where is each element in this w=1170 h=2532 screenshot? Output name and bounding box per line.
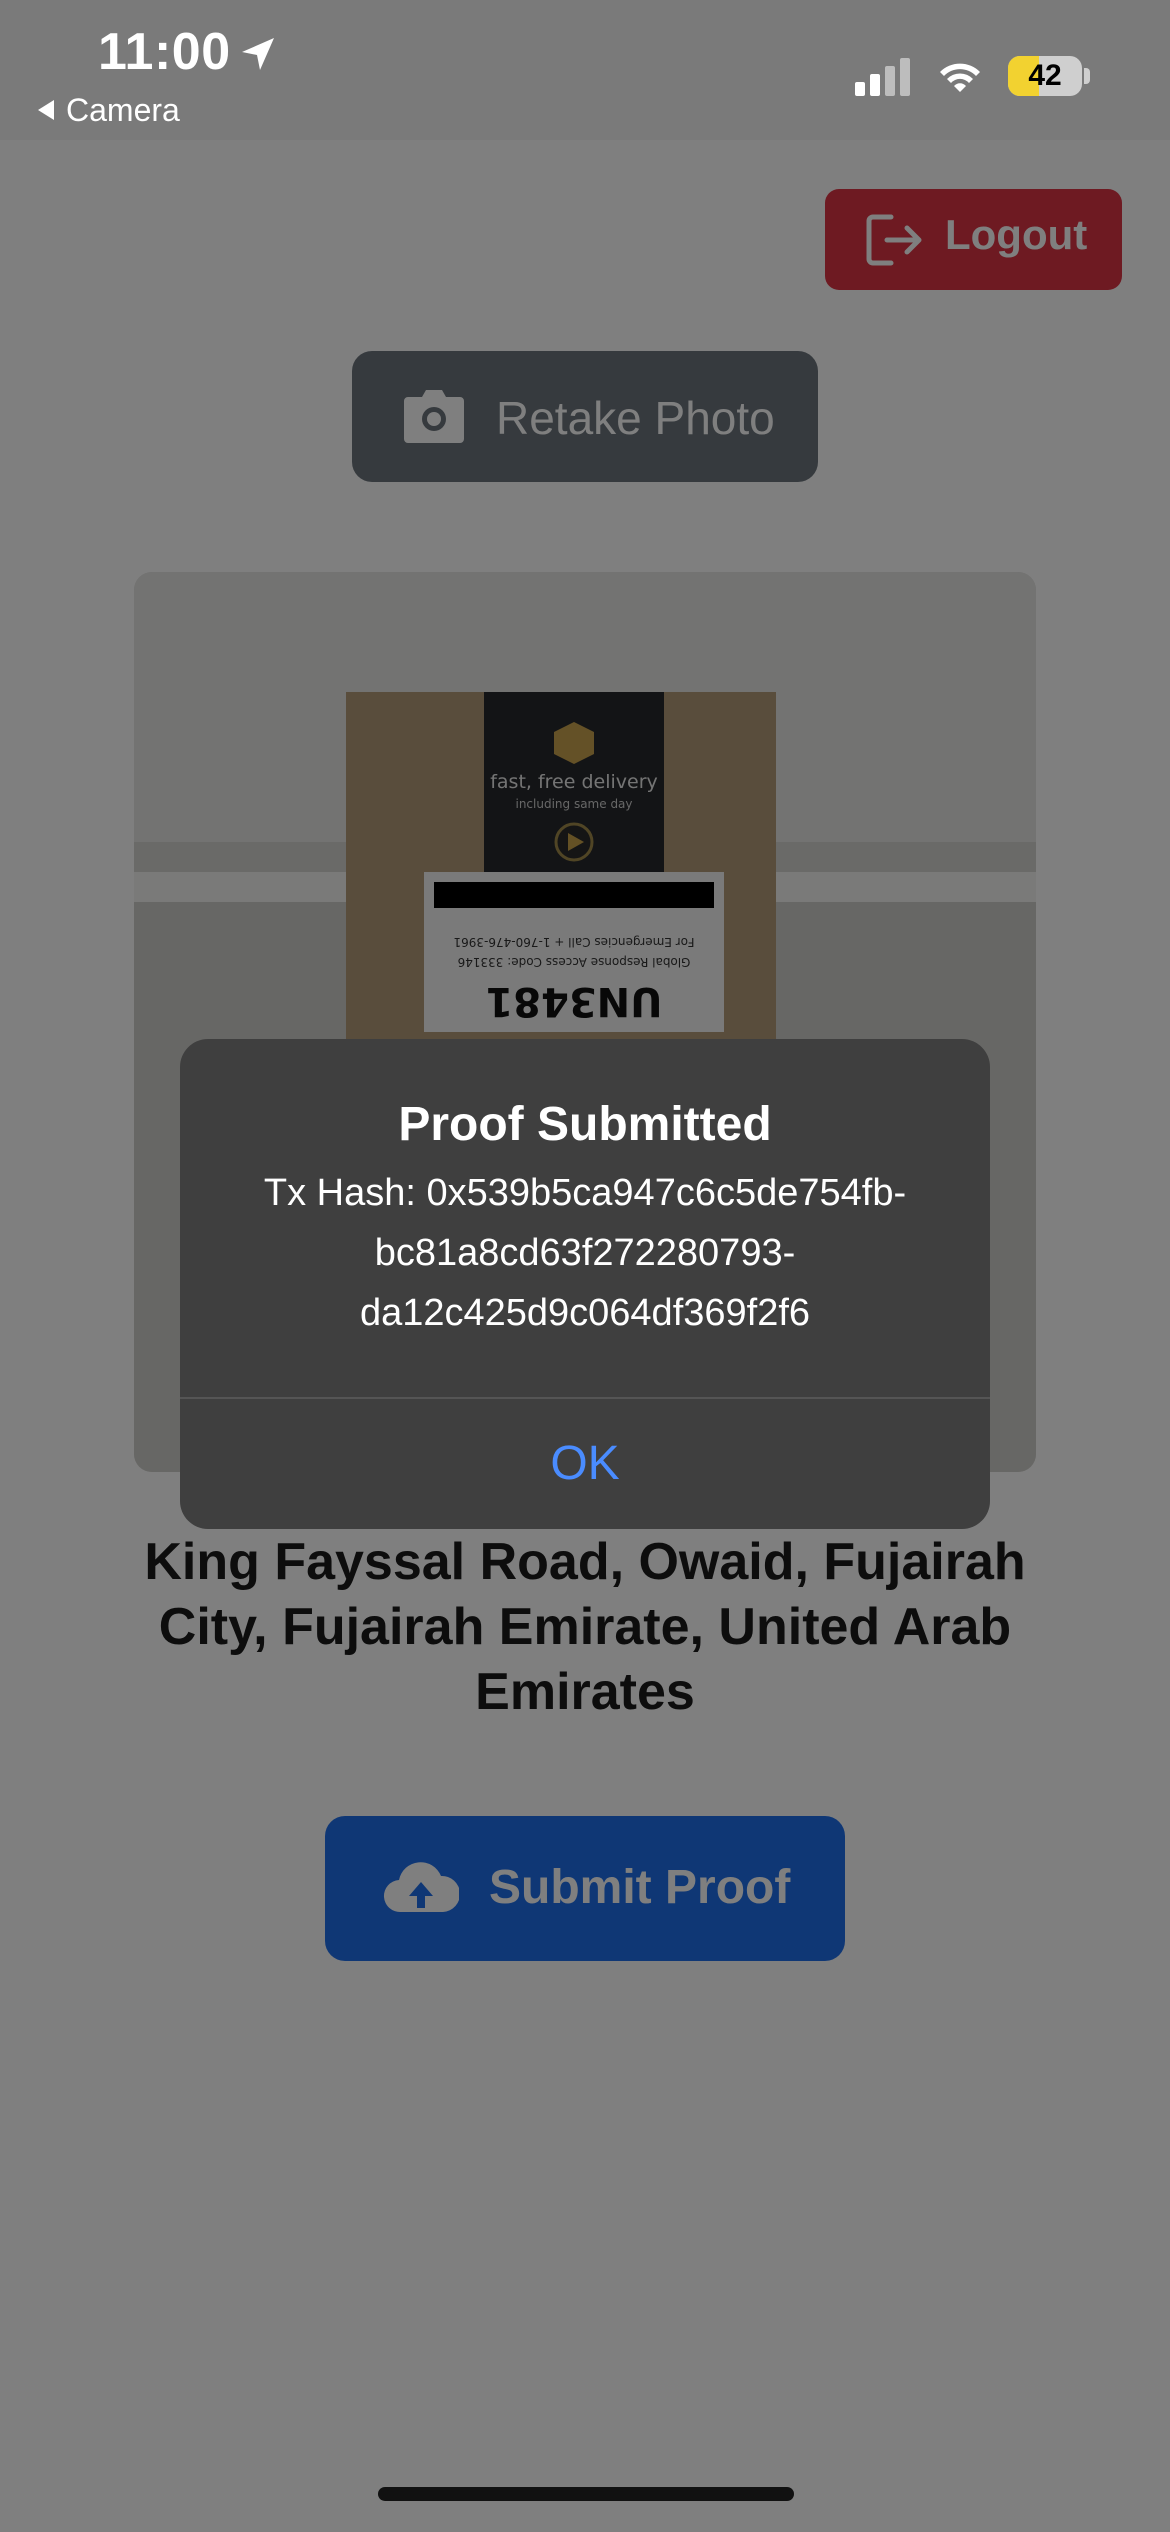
location-arrow-icon [242, 38, 274, 70]
status-bar: 11:00 Camera 42 [0, 0, 1170, 140]
cellular-signal-icon [855, 58, 910, 96]
back-arrow-icon [38, 99, 54, 120]
tx-hash-line-1: Tx Hash: 0x539b5ca947c6c5de754fb- [263, 1172, 907, 1214]
battery-icon: 42 [1008, 56, 1090, 96]
alert-message: Tx Hash: 0x539b5ca947c6c5de754fb- bc81a8… [210, 1163, 960, 1343]
tx-hash-line-2: bc81a8cd63f272280793- [374, 1232, 796, 1274]
back-to-camera-link[interactable]: Camera [38, 92, 180, 129]
alert-title: Proof Submitted [398, 1098, 772, 1151]
battery-level: 42 [1028, 59, 1062, 92]
home-indicator[interactable] [378, 2487, 794, 2501]
proof-submitted-alert: Proof Submitted Tx Hash: 0x539b5ca947c6c… [180, 1039, 990, 1529]
wifi-icon [940, 63, 980, 92]
back-app-label: Camera [66, 92, 180, 128]
tx-hash-line-3: da12c425d9c064df369f2f6 [359, 1292, 811, 1334]
clock: 11:00 [98, 23, 231, 81]
alert-ok-button[interactable]: OK [180, 1399, 990, 1529]
